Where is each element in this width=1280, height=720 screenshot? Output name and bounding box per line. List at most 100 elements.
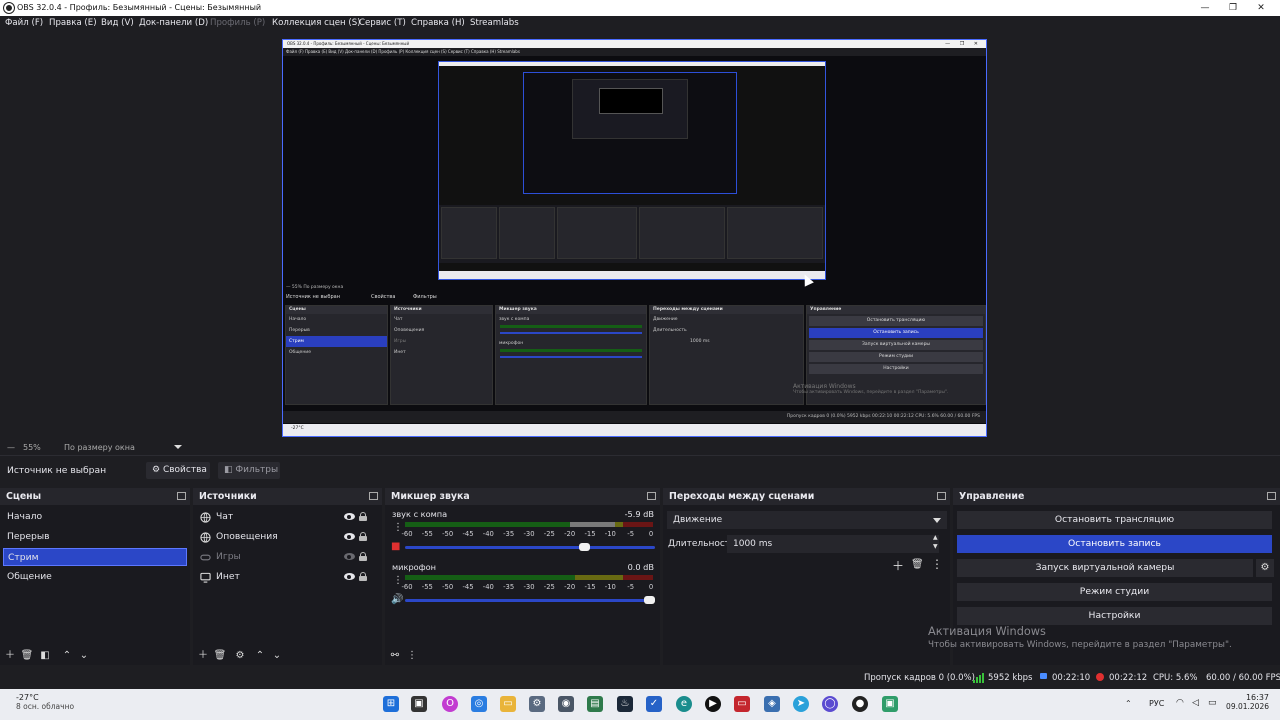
slider-knob[interactable] [579, 543, 590, 551]
purple-app-icon[interactable]: ◯ [822, 696, 838, 712]
menu-view[interactable]: Вид (V) [101, 18, 134, 28]
stop-record-button[interactable]: Остановить запись [957, 535, 1272, 553]
steam-icon[interactable]: ♨ [617, 696, 633, 712]
stop-stream-button[interactable]: Остановить трансляцию [957, 511, 1272, 529]
add-icon[interactable]: ＋ [196, 649, 210, 663]
source-item-inet[interactable]: Инет [197, 568, 381, 586]
move-down-icon[interactable]: ⌄ [77, 649, 91, 663]
zoom-level[interactable]: 55% [23, 443, 41, 452]
source-item-games[interactable]: Игры [197, 548, 381, 566]
camera-icon[interactable]: ◉ [558, 696, 574, 712]
menu-profile[interactable]: Профиль (P) [210, 18, 265, 28]
spin-down-icon[interactable]: ▼ [933, 543, 938, 550]
filters-button[interactable]: ◧ Фильтры [218, 462, 280, 479]
dock-float-icon[interactable] [1267, 492, 1276, 500]
eye-icon[interactable] [344, 573, 355, 580]
settings-gear-icon[interactable]: ⚙ [529, 696, 545, 712]
link-icon[interactable]: ⚯ [388, 649, 402, 663]
eye-hidden-icon[interactable] [344, 553, 355, 560]
check-app-icon[interactable]: ✓ [646, 696, 662, 712]
gear-icon[interactable]: ⚙ [233, 649, 247, 663]
spin-up-icon[interactable]: ▲ [933, 534, 938, 541]
menu-dots-icon[interactable]: ⋮ [931, 557, 943, 571]
move-up-icon[interactable]: ⌃ [253, 649, 267, 663]
settings-button[interactable]: Настройки [957, 607, 1272, 625]
meter-tick-label: -20 [564, 583, 576, 591]
play-icon[interactable]: ▶ [705, 696, 721, 712]
menu-file[interactable]: Файл (F) [5, 18, 43, 28]
edge-icon[interactable]: e [676, 696, 692, 712]
transition-select[interactable]: Движение [667, 511, 947, 529]
close-button[interactable]: ✕ [1246, 0, 1276, 16]
opera-icon[interactable]: O [442, 696, 458, 712]
menu-docks[interactable]: Док-панели (D) [139, 18, 208, 28]
green-app-icon[interactable]: ▣ [882, 696, 898, 712]
maximize-button[interactable]: ❐ [1218, 0, 1248, 16]
move-down-icon[interactable]: ⌄ [270, 649, 284, 663]
trash-icon[interactable]: 🗑 [213, 649, 227, 663]
red-app-icon[interactable]: ▭ [734, 696, 750, 712]
save-icon[interactable]: ▤ [587, 696, 603, 712]
menu-dots-icon[interactable]: ⋮ [405, 649, 419, 663]
dock-float-icon[interactable] [647, 492, 656, 500]
studio-mode-button[interactable]: Режим студии [957, 583, 1272, 601]
zoom-fit-select[interactable]: По размеру окна [64, 443, 135, 452]
vpn-icon[interactable]: ◈ [764, 696, 780, 712]
minimize-button[interactable]: — [1190, 0, 1220, 16]
menu-help[interactable]: Справка (H) [411, 18, 465, 28]
zoom-out-button[interactable]: — [7, 443, 15, 452]
telegram-icon[interactable]: ➤ [793, 696, 809, 712]
start-icon[interactable]: ⊞ [383, 696, 399, 712]
dock-float-icon[interactable] [369, 492, 378, 500]
program-preview[interactable]: OBS 32.0.4 - Профиль: Безымянный - Сцены… [282, 39, 987, 437]
tray-chevron-icon[interactable]: ⌃ [1125, 699, 1132, 708]
trash-icon[interactable]: 🗑 [911, 559, 924, 570]
menu-edit[interactable]: Правка (E) [49, 18, 97, 28]
folder-icon[interactable]: ▭ [500, 696, 516, 712]
scene-item-start[interactable]: Начало [3, 508, 187, 526]
move-up-icon[interactable]: ⌃ [60, 649, 74, 663]
eye-icon[interactable] [344, 533, 355, 540]
clock[interactable]: 16:37 09.01.2026 [1225, 693, 1269, 711]
speaker-icon[interactable]: 🔊 [391, 594, 403, 605]
lock-icon[interactable] [359, 572, 367, 581]
weather-widget[interactable]: -27°C 8 осн. облачно [16, 693, 74, 711]
volume-slider[interactable] [405, 596, 655, 604]
battery-icon[interactable]: ▭ [1208, 698, 1217, 708]
eye-icon[interactable] [344, 513, 355, 520]
menu-tools[interactable]: Сервис (T) [359, 18, 406, 28]
lock-icon[interactable] [359, 512, 367, 521]
source-item-alerts[interactable]: Оповещения [197, 528, 381, 546]
lock-icon[interactable] [359, 552, 367, 561]
menu-streamlabs[interactable]: Streamlabs [470, 18, 519, 28]
muted-speaker-icon[interactable]: ■ [391, 541, 400, 552]
volume-slider[interactable] [405, 543, 655, 551]
virtual-camera-settings-button[interactable]: ⚙ [1256, 559, 1274, 577]
channel-menu-icon[interactable] [393, 522, 403, 534]
channel-menu-icon[interactable] [393, 575, 403, 587]
nested-inner-transitions [639, 207, 725, 259]
wifi-icon[interactable]: ◠ [1176, 698, 1184, 708]
obs-taskbar-icon[interactable]: ● [852, 696, 868, 712]
menu-scene-collection[interactable]: Коллекция сцен (S) [272, 18, 361, 28]
add-transition-icon[interactable]: ＋ [892, 557, 904, 574]
source-item-chat[interactable]: Чат [197, 508, 381, 526]
blue-app-icon[interactable]: ◎ [471, 696, 487, 712]
task-view-icon[interactable]: ▣ [411, 696, 427, 712]
duration-input[interactable]: 1000 ms [727, 535, 939, 553]
scene-item-break[interactable]: Перерыв [3, 528, 187, 546]
properties-button[interactable]: ⚙ Свойства [146, 462, 210, 479]
lock-icon[interactable] [359, 532, 367, 541]
language-indicator[interactable]: РУС [1149, 699, 1164, 708]
filter-icon[interactable]: ◧ [38, 649, 52, 663]
volume-icon[interactable]: ◁ [1192, 698, 1199, 708]
dock-float-icon[interactable] [177, 492, 186, 500]
add-icon[interactable]: ＋ [3, 649, 17, 663]
dock-float-icon[interactable] [937, 492, 946, 500]
trash-icon[interactable]: 🗑 [20, 649, 34, 663]
scene-item-chat[interactable]: Общение [3, 568, 187, 586]
zoom-dropdown-icon[interactable] [174, 445, 182, 449]
slider-knob[interactable] [644, 596, 655, 604]
scene-item-stream[interactable]: Стрим [3, 548, 187, 566]
virtual-camera-button[interactable]: Запуск виртуальной камеры [957, 559, 1253, 577]
